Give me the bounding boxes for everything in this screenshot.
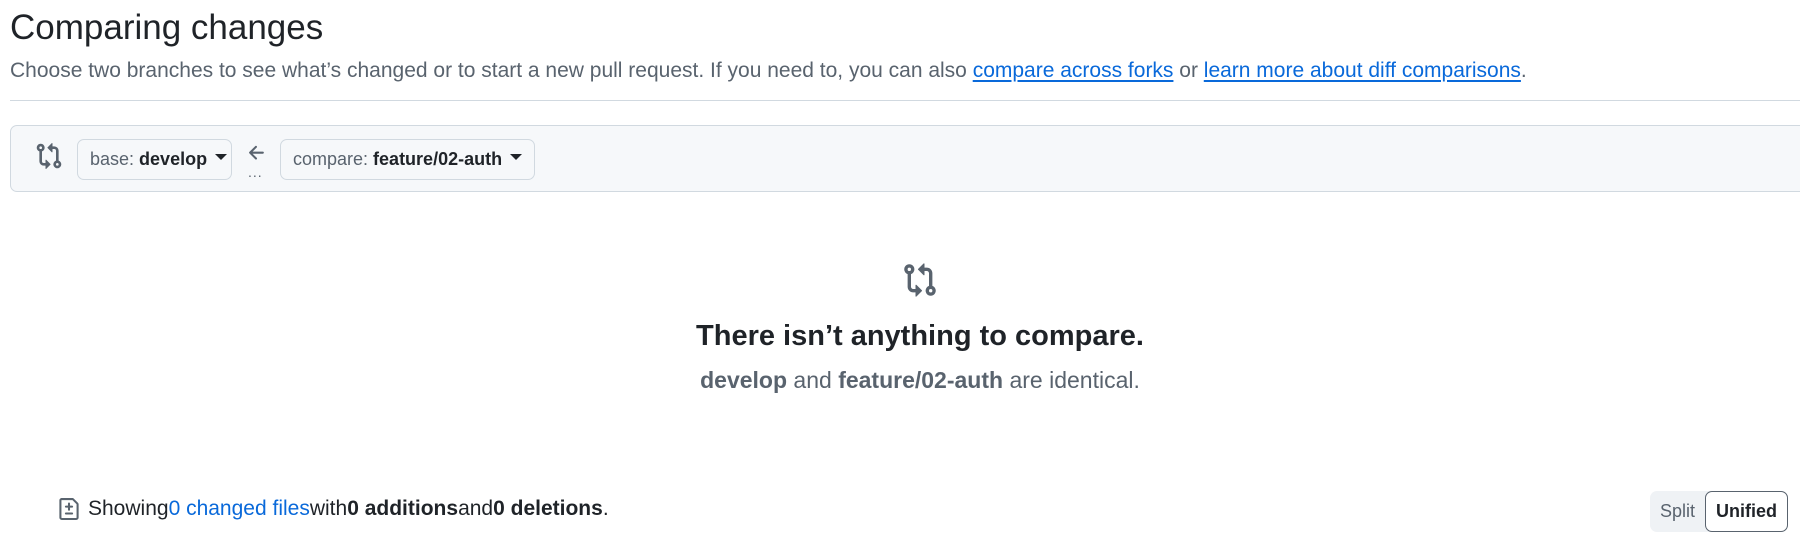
diff-summary: Showing 0 changed files with 0 additions… xyxy=(58,496,609,522)
compare-page: Comparing changes Choose two branches to… xyxy=(0,0,1800,554)
header-divider xyxy=(10,100,1800,101)
blankslate-description: develop and feature/02-auth are identica… xyxy=(0,367,1800,394)
unified-view-button[interactable]: Unified xyxy=(1705,491,1789,532)
base-branch-button[interactable]: base: develop xyxy=(77,139,232,180)
blankslate-suffix-text: are identical. xyxy=(1003,367,1140,393)
diff-view-toggle: Split Unified xyxy=(1650,491,1789,532)
caret-down-icon xyxy=(510,153,523,160)
blankslate-heading: There isn’t anything to compare. xyxy=(696,320,1144,352)
additions-count: 0 additions xyxy=(347,497,459,520)
toc-showing-text: Showing xyxy=(88,497,169,520)
base-prefix: base: xyxy=(90,149,135,169)
range-dots: ... xyxy=(248,164,263,180)
subtitle-end-text: . xyxy=(1520,59,1527,82)
learn-more-link[interactable]: learn more about diff comparisons xyxy=(1204,59,1521,82)
git-compare-icon xyxy=(904,263,936,297)
blankslate-compare-ref: feature/02-auth xyxy=(838,367,1004,393)
changed-files-link[interactable]: 0 changed files xyxy=(169,497,310,521)
compare-across-forks-link[interactable]: compare across forks xyxy=(973,59,1174,82)
compare-branch-button[interactable]: compare: feature/02-auth xyxy=(280,139,535,180)
caret-down-icon xyxy=(215,153,228,160)
toc-and-text: and xyxy=(458,497,494,520)
subtitle-text: Choose two branches to see what’s change… xyxy=(10,59,973,82)
compare-prefix: compare: xyxy=(293,149,369,169)
blankslate-base-ref: develop xyxy=(700,367,788,393)
toc-end-text: . xyxy=(602,497,609,520)
page-subtitle: Choose two branches to see what’s change… xyxy=(10,59,1527,83)
range-editor: base: develop ... compare: feature/02-au… xyxy=(10,125,1800,192)
page-title: Comparing changes xyxy=(10,8,324,47)
arrow-left-icon xyxy=(249,145,264,160)
deletions-count: 0 deletions xyxy=(493,497,603,520)
toc-with-text: with xyxy=(309,497,348,520)
compare-ref: feature/02-auth xyxy=(373,149,503,169)
base-ref: develop xyxy=(139,149,208,169)
split-view-button[interactable]: Split xyxy=(1650,491,1705,532)
blankslate-and-text: and xyxy=(787,367,839,393)
subtitle-or-text: or xyxy=(1173,59,1204,82)
git-compare-icon xyxy=(36,143,62,169)
file-diff-icon xyxy=(59,498,79,520)
blankslate: There isn’t anything to compare. develop… xyxy=(0,262,1800,394)
